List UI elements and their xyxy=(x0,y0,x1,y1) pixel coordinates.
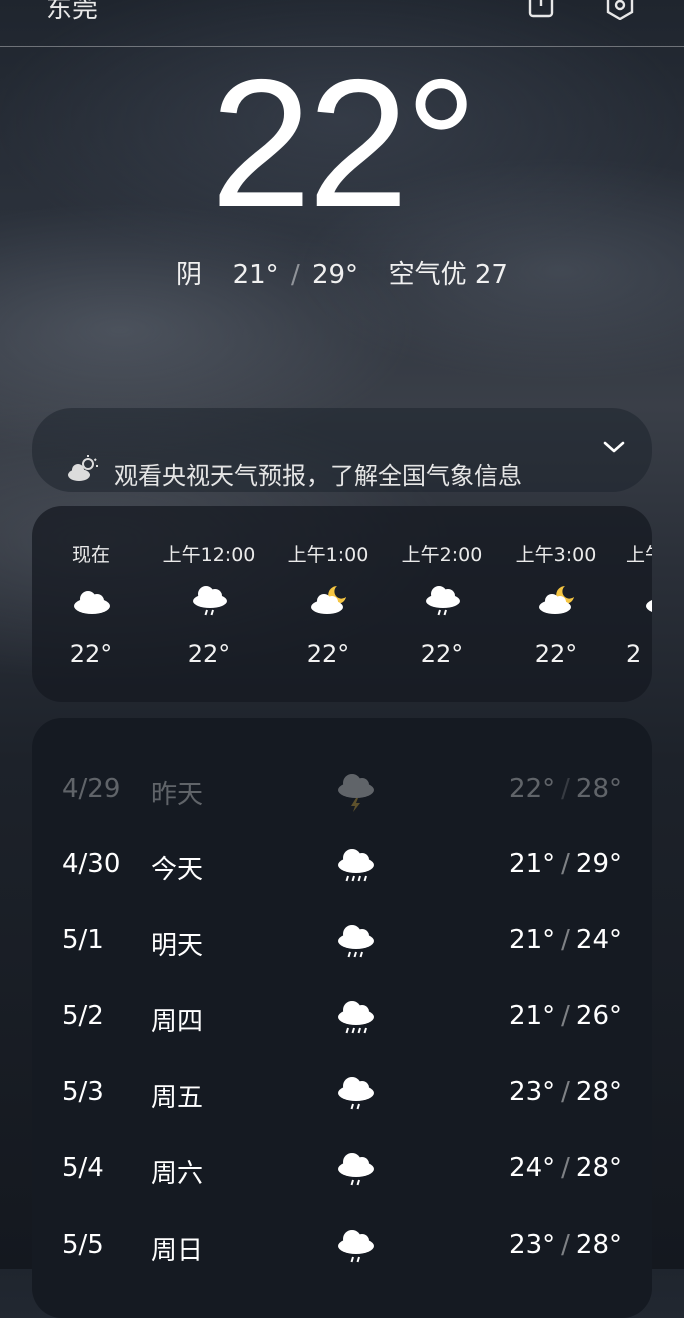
hour-temp: 22° xyxy=(534,640,578,668)
partly-cloudy-icon xyxy=(68,455,98,481)
hour-time: 上午2:00 xyxy=(401,544,483,566)
day-low: 21° xyxy=(509,925,556,955)
hour-time: 上午 xyxy=(626,544,652,566)
day-temp-range: 21°/26° xyxy=(509,1001,622,1031)
light-rain-icon xyxy=(338,1077,374,1110)
day-name: 明天 xyxy=(151,931,204,961)
hour-time: 上午12:00 xyxy=(162,544,256,566)
day-low: 22° xyxy=(509,774,556,804)
moderate-rain-icon xyxy=(338,1001,374,1034)
day-low: 21° xyxy=(509,849,556,879)
daily-forecast: 4/29 昨天 22°/28° 4/30 今天 21°/29° 5/1 明天 2… xyxy=(32,718,652,1318)
daily-row[interactable]: 4/29 昨天 22°/28° xyxy=(32,760,652,820)
hour-time: 现在 xyxy=(71,544,110,566)
hourly-item: 上午2:00 22° xyxy=(392,506,492,702)
banner-text[interactable]: 观看央视天气预报，了解全国气象信息 xyxy=(114,456,522,491)
condition-text: 阴 xyxy=(176,260,203,290)
day-date: 5/2 xyxy=(62,1001,104,1031)
forecast-video-banner[interactable]: 观看央视天气预报，了解全国气象信息 xyxy=(32,408,652,492)
hour-temp: 22° xyxy=(69,640,113,668)
daily-row[interactable]: 5/5 周日 23°/28° xyxy=(32,1216,652,1276)
hourly-item: 上午12:00 22° xyxy=(159,506,259,702)
temp-separator: / xyxy=(290,260,300,290)
moderate-rain-icon xyxy=(338,849,374,882)
day-name: 今天 xyxy=(151,855,204,885)
day-name: 周日 xyxy=(151,1236,204,1266)
top-bar: 东莞 xyxy=(0,0,684,47)
light-rain-icon xyxy=(426,586,460,616)
day-temp-range: 21°/24° xyxy=(509,925,622,955)
day-name: 周六 xyxy=(151,1159,204,1189)
temp-separator: / xyxy=(561,1230,570,1260)
day-high: 28° xyxy=(575,1077,622,1107)
day-high: 28° xyxy=(575,1153,622,1183)
day-date: 5/3 xyxy=(62,1077,104,1107)
day-temp-range: 24°/28° xyxy=(509,1153,622,1183)
cloudy-moon-icon xyxy=(311,586,346,614)
cloudy-moon-icon xyxy=(539,586,574,614)
day-low: 21° xyxy=(509,1001,556,1031)
day-name: 昨天 xyxy=(151,780,204,810)
temp-separator: / xyxy=(561,774,570,804)
day-date: 4/30 xyxy=(62,849,121,879)
day-date: 5/5 xyxy=(62,1230,104,1260)
temp-separator: / xyxy=(561,1001,570,1031)
hour-time: 上午3:00 xyxy=(515,544,597,566)
temp-separator: / xyxy=(561,925,570,955)
cloudy-icon xyxy=(646,600,652,612)
day-date: 5/4 xyxy=(62,1153,104,1183)
day-high: 29° xyxy=(575,849,622,879)
hour-temp: 22° xyxy=(306,640,350,668)
hourly-item: 上午 2 xyxy=(626,506,652,702)
day-temp-range: 22°/28° xyxy=(509,774,622,804)
day-temp-range: 23°/28° xyxy=(509,1077,622,1107)
day-date: 4/29 xyxy=(62,774,121,804)
day-temp-range: 21°/29° xyxy=(509,849,622,879)
day-name: 周五 xyxy=(151,1083,204,1113)
city-name[interactable]: 东莞 xyxy=(46,0,98,25)
day-temp-range: 23°/28° xyxy=(509,1230,622,1260)
day-high: 26° xyxy=(575,1001,622,1031)
day-low: 23° xyxy=(509,1077,556,1107)
light-rain-icon xyxy=(338,1230,374,1263)
day-low: 23° xyxy=(509,1230,556,1260)
hourly-item: 上午1:00 22° xyxy=(278,506,378,702)
hour-temp: 22° xyxy=(187,640,231,668)
temp-separator: / xyxy=(561,849,570,879)
hourly-forecast[interactable]: 现在 22° 上午12:00 22° 上午1:00 22° 上午2:00 22°… xyxy=(32,506,652,702)
air-quality[interactable]: 空气优 27 xyxy=(389,260,508,290)
light-rain-icon xyxy=(193,586,227,616)
temp-separator: / xyxy=(561,1153,570,1183)
daily-row[interactable]: 5/1 明天 21°/24° xyxy=(32,911,652,971)
low-temp: 21° xyxy=(232,260,279,290)
day-high: 28° xyxy=(575,774,622,804)
high-temp: 29° xyxy=(311,260,359,290)
day-high: 24° xyxy=(575,925,622,955)
day-name: 周四 xyxy=(151,1007,204,1037)
thunderstorm-icon xyxy=(338,774,374,812)
daily-row[interactable]: 4/30 今天 21°/29° xyxy=(32,835,652,895)
temp-separator: / xyxy=(561,1077,570,1107)
weather-summary: 阴 21° / 29° 空气优 27 xyxy=(0,254,684,291)
current-temperature: 22° xyxy=(210,41,477,245)
moderate-rain-icon xyxy=(338,925,374,958)
hour-time: 上午1:00 xyxy=(287,544,369,566)
hour-temp: 2 xyxy=(626,640,642,668)
hour-temp: 22° xyxy=(420,640,464,668)
daily-row[interactable]: 5/4 周六 24°/28° xyxy=(32,1139,652,1199)
hourly-item: 现在 22° xyxy=(41,506,141,702)
cloudy-icon xyxy=(74,591,110,614)
daily-row[interactable]: 5/3 周五 23°/28° xyxy=(32,1063,652,1123)
phone-icon[interactable] xyxy=(526,0,556,20)
chevron-down-icon[interactable] xyxy=(602,438,626,456)
daily-row[interactable]: 5/2 周四 21°/26° xyxy=(32,987,652,1047)
hourly-item: 上午3:00 22° xyxy=(506,506,606,702)
day-date: 5/1 xyxy=(62,925,104,955)
day-high: 28° xyxy=(575,1230,622,1260)
day-low: 24° xyxy=(509,1153,556,1183)
settings-icon[interactable] xyxy=(605,0,635,20)
light-rain-icon xyxy=(338,1153,374,1186)
